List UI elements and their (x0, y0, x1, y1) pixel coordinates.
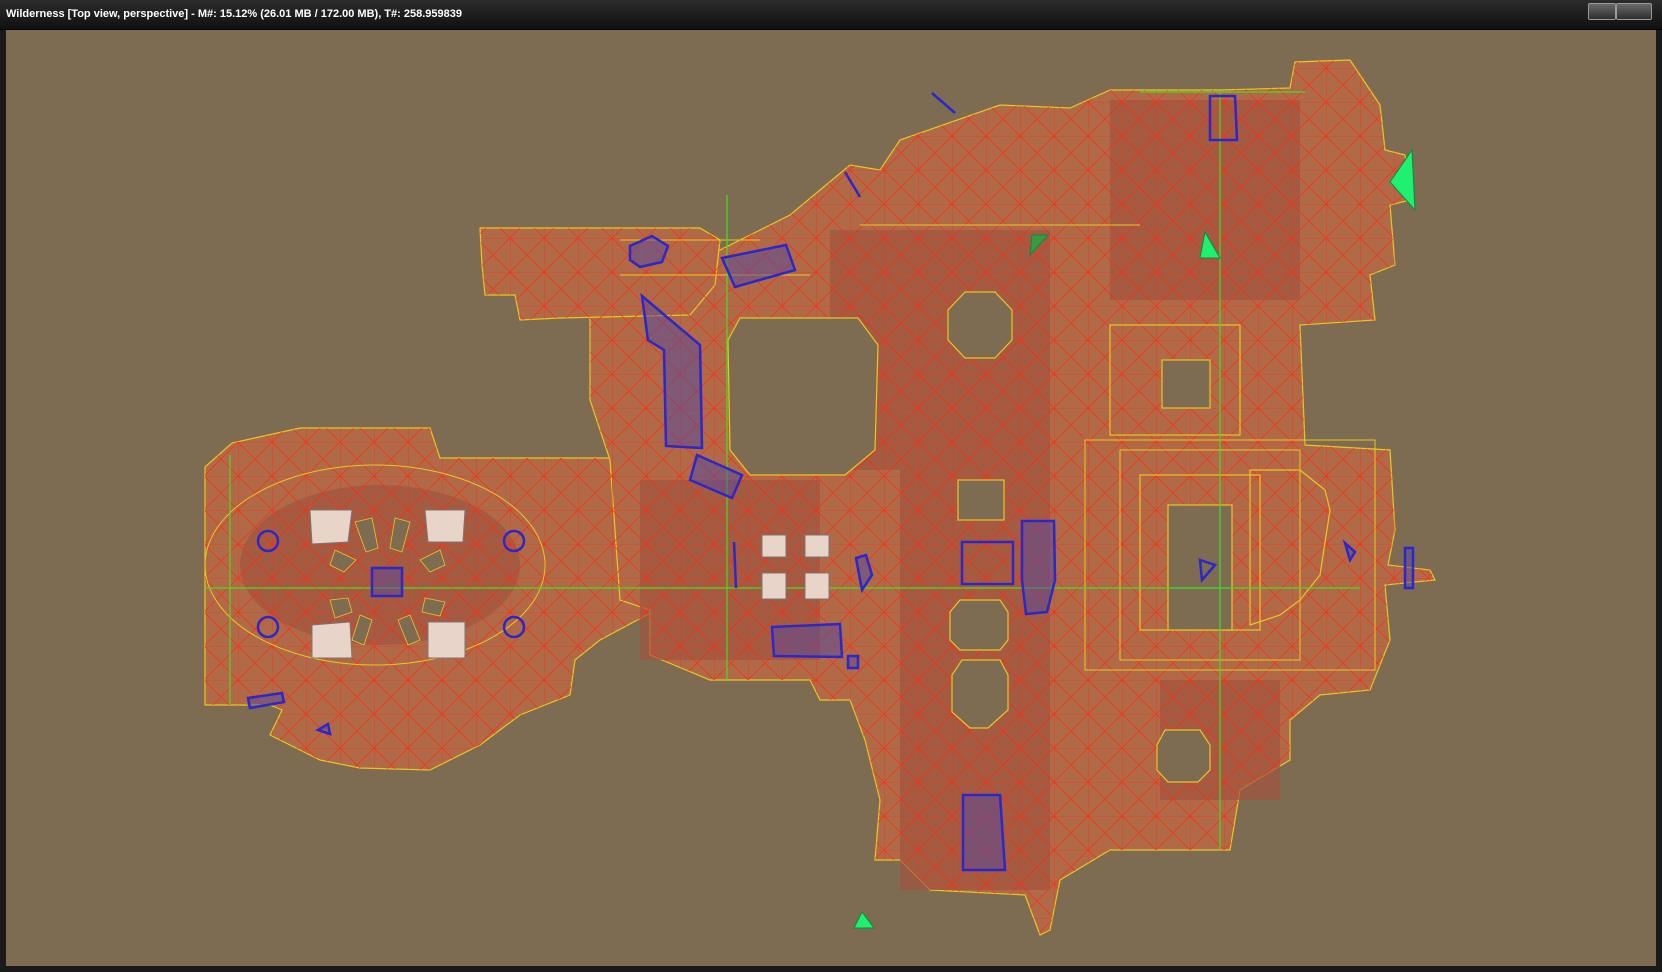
navmesh-canvas (204, 59, 1436, 936)
pillar (309, 509, 353, 545)
minimize-icon[interactable] (1588, 3, 1616, 20)
window-title: Wilderness [Top view, perspective] - M#:… (6, 8, 462, 20)
pillar (804, 572, 830, 600)
marker (853, 911, 875, 929)
pillar (311, 621, 353, 659)
navmesh-viewport[interactable] (6, 30, 1656, 966)
obstacle (370, 566, 404, 598)
pillar (424, 509, 466, 543)
obstacle (1020, 519, 1057, 616)
pillar (761, 534, 787, 558)
pillar (761, 572, 787, 600)
obstacle (846, 654, 860, 670)
close-icon[interactable] (1616, 3, 1652, 20)
app-window: Wilderness [Top view, perspective] - M#:… (0, 0, 1662, 972)
pillar (804, 534, 830, 558)
obstacle (961, 793, 1007, 872)
pillar (427, 621, 466, 659)
obstacle (1403, 546, 1415, 590)
title-bar[interactable]: Wilderness [Top view, perspective] - M#:… (0, 0, 1662, 30)
obstacle (770, 622, 844, 659)
obstacle (931, 92, 956, 114)
